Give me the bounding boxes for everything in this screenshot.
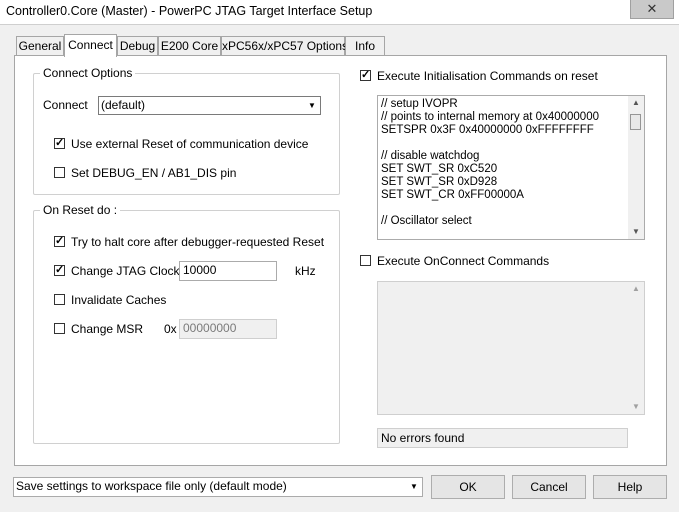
init-commands-lines: // setup IVOPR// points to internal memo… <box>381 98 624 228</box>
onconnect-commands-label: Execute OnConnect Commands <box>377 254 550 268</box>
close-button[interactable]: ✕ <box>630 0 674 19</box>
set-debug-en-checkbox[interactable] <box>54 167 65 178</box>
tab-label: General <box>18 39 62 53</box>
init-command-line: SETSPR 0x3F 0x40000000 0xFFFFFFFF <box>381 124 594 136</box>
tab-general[interactable]: General <box>16 36 64 55</box>
init-command-line <box>381 202 624 215</box>
tab-e200-core[interactable]: E200 Core <box>158 36 221 55</box>
ok-button[interactable]: OK <box>431 475 505 499</box>
tab-label: Debug <box>119 39 156 53</box>
set-debug-en-label: Set DEBUG_EN / AB1_DIS pin <box>71 166 237 180</box>
init-commands-checkbox[interactable]: ✓ <box>360 70 371 81</box>
use-external-reset-checkbox[interactable]: ✓ <box>54 138 65 149</box>
on-reset-legend: On Reset do : <box>40 203 121 217</box>
connect-label: Connect <box>43 98 88 112</box>
chevron-down-icon: ▼ <box>410 482 418 491</box>
connect-options-legend: Connect Options <box>40 66 136 80</box>
scroll-down-icon[interactable]: ▼ <box>628 400 644 414</box>
change-jtag-clock-checkbox[interactable]: ✓ <box>54 265 65 276</box>
scroll-thumb[interactable] <box>630 114 641 130</box>
init-command-line: // Oscillator select <box>381 215 472 227</box>
init-commands-label: Execute Initialisation Commands on reset <box>377 69 598 83</box>
tab-info[interactable]: Info <box>345 36 385 55</box>
connect-select[interactable]: (default) ▼ <box>98 96 321 115</box>
tab-label: Connect <box>68 38 113 52</box>
jtag-clock-input[interactable]: 10000 <box>179 261 277 281</box>
connect-select-value: (default) <box>101 98 146 112</box>
chevron-down-icon: ▼ <box>308 101 316 110</box>
title-bar: Controller0.Core (Master) - PowerPC JTAG… <box>0 0 679 24</box>
msr-value-input[interactable]: 00000000 <box>179 319 277 339</box>
scroll-down-icon[interactable]: ▼ <box>628 225 644 239</box>
change-msr-checkbox[interactable] <box>54 323 65 334</box>
onconnect-commands-checkbox[interactable] <box>360 255 371 266</box>
save-mode-value: Save settings to workspace file only (de… <box>16 479 287 493</box>
init-commands-textarea[interactable]: // setup IVOPR// points to internal memo… <box>377 95 645 240</box>
init-commands-scrollbar[interactable]: ▲ ▼ <box>628 96 644 239</box>
tab-connect[interactable]: Connect <box>64 34 117 57</box>
save-mode-select[interactable]: Save settings to workspace file only (de… <box>13 477 423 497</box>
init-command-line: SET SWT_SR 0xD928 <box>381 176 498 188</box>
init-command-line <box>381 137 624 150</box>
window-title: Controller0.Core (Master) - PowerPC JTAG… <box>6 4 373 18</box>
tab-label: Info <box>354 39 375 53</box>
init-command-line: // disable watchdog <box>381 150 480 162</box>
change-jtag-clock-label: Change JTAG Clock : <box>71 264 187 278</box>
scroll-up-icon[interactable]: ▲ <box>628 96 644 110</box>
change-msr-label: Change MSR <box>71 322 144 336</box>
init-command-line: SET SWT_SR 0xC520 <box>381 163 498 175</box>
msr-hex-prefix: 0x <box>164 322 177 336</box>
use-external-reset-label: Use external Reset of communication devi… <box>71 137 309 151</box>
tab-xpc-options[interactable]: xPC56x/xPC57 Options <box>221 36 349 55</box>
help-button[interactable]: Help <box>593 475 667 499</box>
tab-label: E200 Core <box>160 39 219 53</box>
cancel-button[interactable]: Cancel <box>512 475 586 499</box>
init-command-line: // points to internal memory at 0x400000… <box>381 111 599 123</box>
tab-debug[interactable]: Debug <box>117 36 158 55</box>
invalidate-caches-checkbox[interactable] <box>54 294 65 305</box>
init-command-line: // setup IVOPR <box>381 98 458 110</box>
init-command-line: SET SWT_CR 0xFF00000A <box>381 189 524 201</box>
halt-core-label: Try to halt core after debugger-requeste… <box>71 235 325 249</box>
jtag-clock-unit: kHz <box>295 264 316 278</box>
halt-core-checkbox[interactable]: ✓ <box>54 236 65 247</box>
close-icon: ✕ <box>646 1 658 16</box>
tab-label: xPC56x/xPC57 Options <box>222 39 349 53</box>
invalidate-caches-label: Invalidate Caches <box>71 293 167 307</box>
onconnect-commands-textarea[interactable]: ▲ ▼ <box>377 281 645 415</box>
onconnect-commands-scrollbar[interactable]: ▲ ▼ <box>628 282 644 414</box>
status-field: No errors found <box>377 428 628 448</box>
scroll-up-icon[interactable]: ▲ <box>628 282 644 296</box>
